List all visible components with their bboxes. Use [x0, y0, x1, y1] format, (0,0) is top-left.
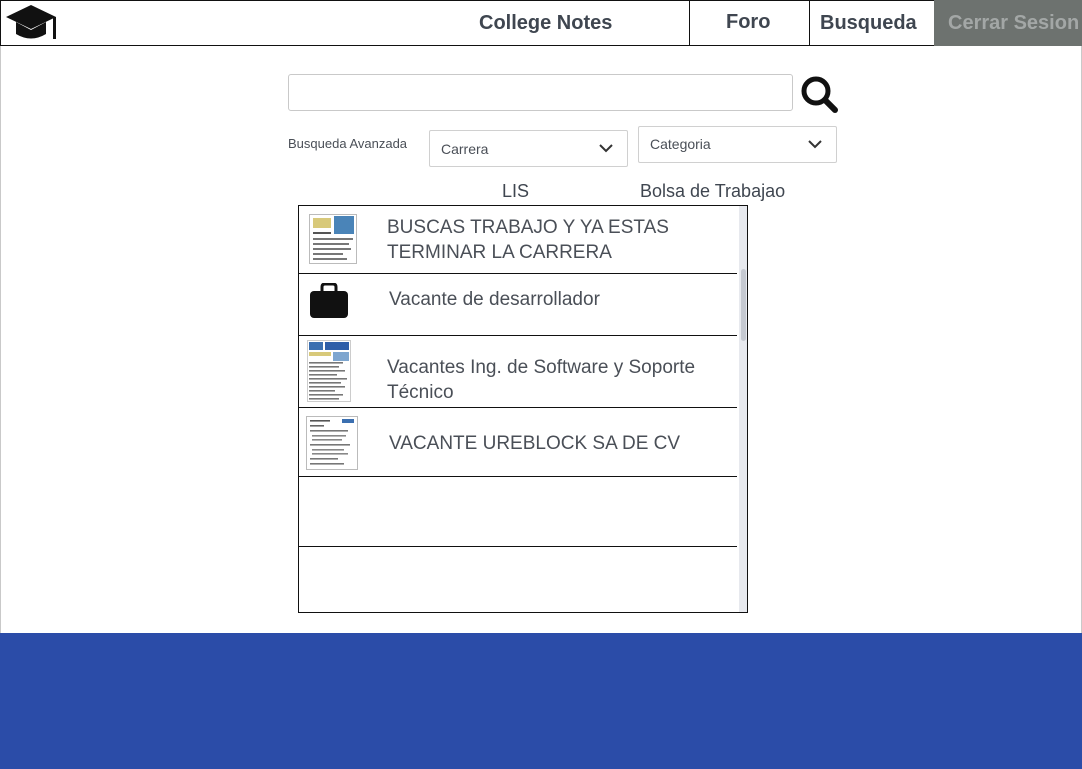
results-scrollbar[interactable]	[739, 206, 747, 612]
brand-bar: College Notes	[0, 0, 690, 46]
document-thumbnail	[309, 214, 357, 264]
categoria-select[interactable]: Categoria	[638, 126, 837, 163]
top-nav-bar: College Notes Foro Busqueda Cerrar Sesio…	[0, 0, 1082, 46]
chevron-down-icon	[599, 144, 613, 153]
app-title: College Notes	[479, 12, 613, 34]
nav-foro-label[interactable]: Foro	[726, 11, 770, 34]
search-input[interactable]	[288, 74, 793, 111]
list-item[interactable]: Vacantes Ing. de Software y Soporte Técn…	[299, 336, 737, 408]
chevron-down-icon	[808, 140, 822, 149]
briefcase-icon	[309, 283, 349, 319]
selected-categoria: Bolsa de Trabajao	[640, 181, 786, 201]
logout-label[interactable]: Cerrar Sesion	[948, 12, 1079, 35]
document-thumbnail	[307, 340, 351, 402]
search-icon[interactable]	[800, 75, 838, 113]
results-scroll-thumb[interactable]	[741, 269, 746, 341]
carrera-select-value: Carrera	[441, 141, 489, 157]
list-item[interactable]: BUSCAS TRABAJO Y YA ESTAS TERMINAR LA CA…	[299, 206, 737, 274]
carrera-select[interactable]: Carrera	[429, 130, 628, 167]
result-title: Vacantes Ing. de Software y Soporte Técn…	[387, 357, 696, 403]
document-thumbnail	[306, 416, 358, 470]
result-title: VACANTE UREBLOCK SA DE CV	[389, 433, 681, 454]
advanced-search-label: Busqueda Avanzada	[288, 136, 408, 151]
footer	[0, 633, 1082, 769]
selected-carrera: LIS	[502, 181, 530, 201]
results-list[interactable]: BUSCAS TRABAJO Y YA ESTAS TERMINAR LA CA…	[298, 205, 748, 613]
list-item[interactable]: VACANTE UREBLOCK SA DE CV	[299, 408, 737, 477]
result-title: BUSCAS TRABAJO Y YA ESTAS TERMINAR LA CA…	[387, 217, 669, 263]
list-item[interactable]	[299, 477, 737, 547]
graduation-cap-icon[interactable]	[4, 3, 58, 43]
categoria-select-value: Categoria	[650, 136, 711, 152]
nav-busqueda-label[interactable]: Busqueda	[820, 12, 917, 35]
result-title: Vacante de desarrollador	[389, 289, 600, 310]
list-item[interactable]: Vacante de desarrollador	[299, 274, 737, 336]
list-item[interactable]	[299, 547, 737, 612]
